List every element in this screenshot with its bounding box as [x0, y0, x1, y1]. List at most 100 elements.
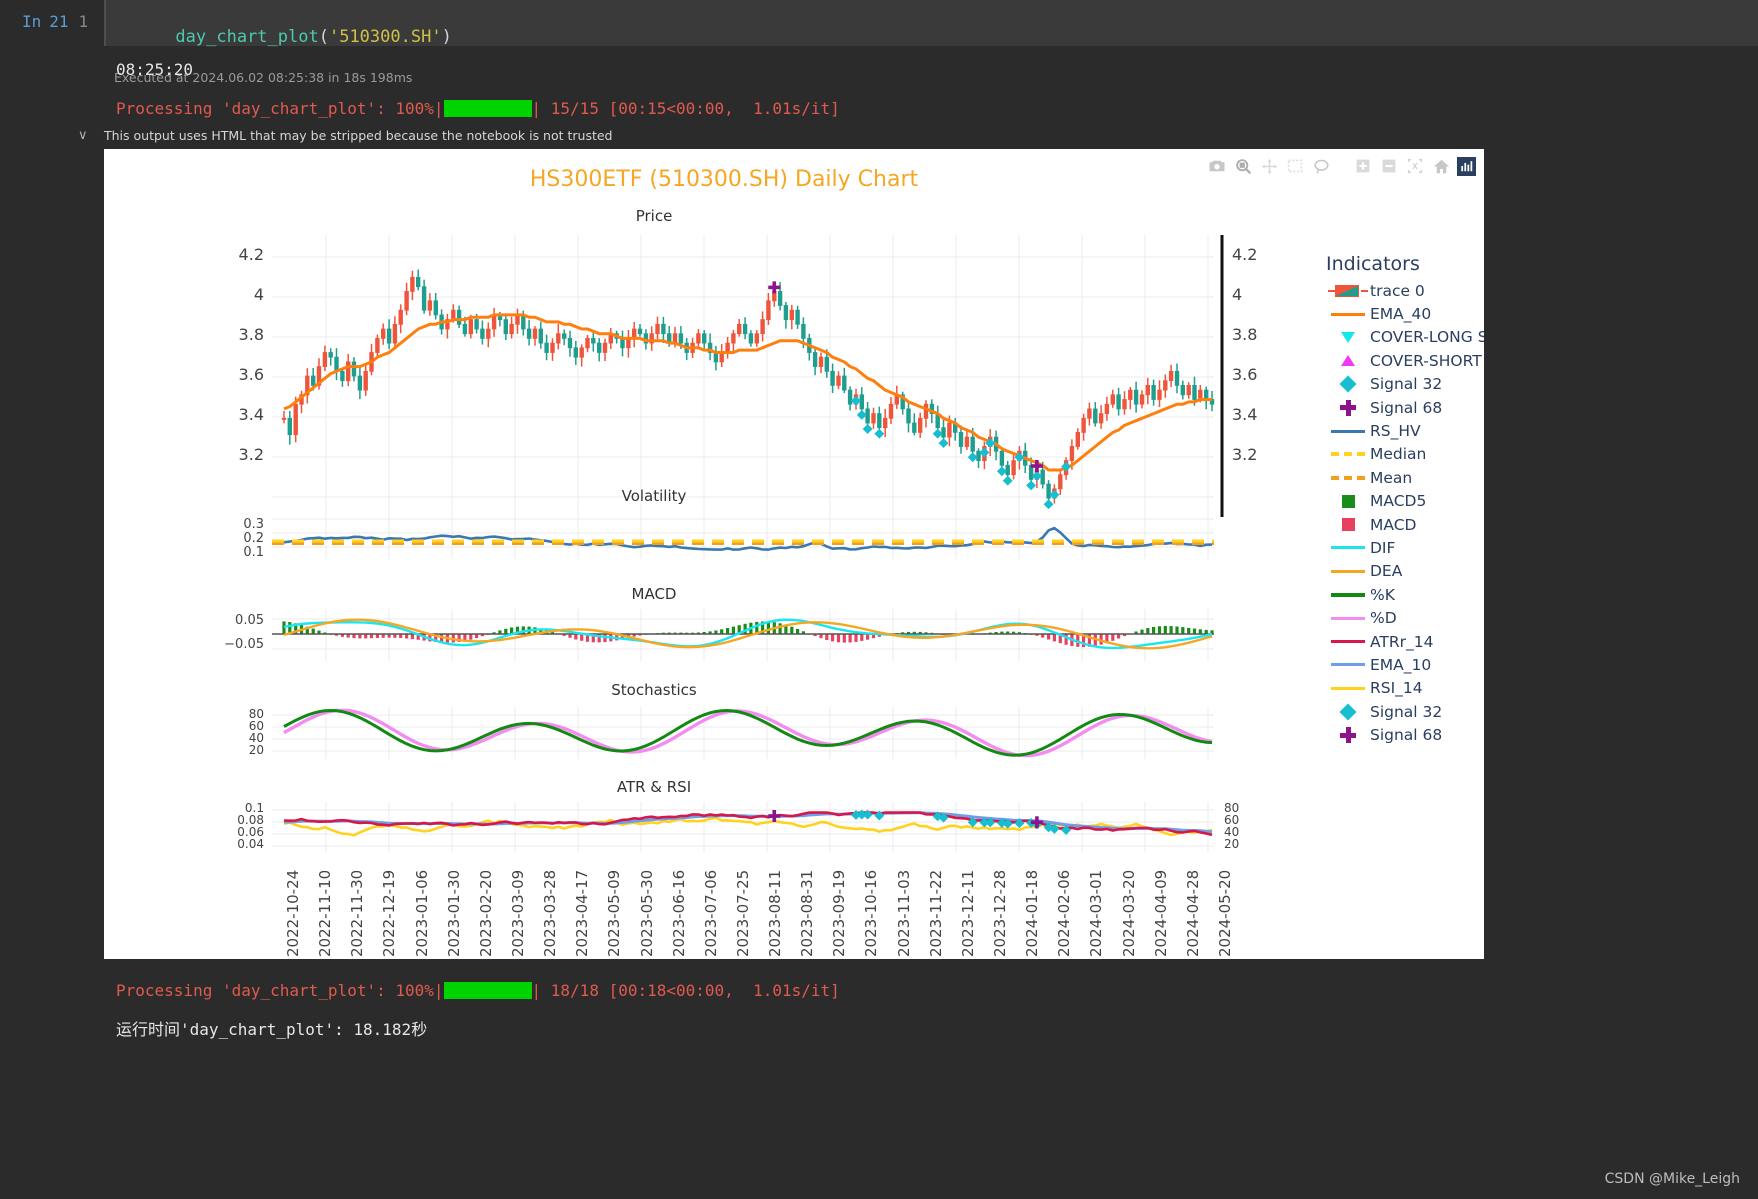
- code-function-name: day_chart_plot: [175, 26, 319, 47]
- legend-item[interactable]: Signal 68: [1326, 396, 1484, 419]
- line-icon: [1326, 640, 1370, 644]
- line-icon: [1326, 429, 1370, 433]
- stochastics-plot-area[interactable]: [104, 701, 1344, 779]
- x-tick-label: 2024-01-18: [1023, 869, 1042, 957]
- stoch-ytick-20: 20: [248, 743, 264, 757]
- legend-item[interactable]: Mean: [1326, 466, 1484, 489]
- legend-item-label: Signal 32: [1370, 375, 1443, 394]
- x-tick-label: 2023-05-09: [605, 869, 624, 957]
- chart-legend[interactable]: Indicators trace 0 EMA_40 COVER-LONG Signa…: [1326, 253, 1484, 747]
- in-label: In: [22, 12, 42, 31]
- price-ytick-right-4: 4: [1232, 285, 1243, 304]
- execution-info: Executed at 2024.06.02 08:25:38 in 18s 1…: [114, 69, 413, 85]
- legend-item[interactable]: ATRr_14: [1326, 630, 1484, 653]
- diamond-icon: [1326, 375, 1370, 393]
- legend-item-label: DIF: [1370, 538, 1396, 557]
- reset-axes-home-icon[interactable]: [1431, 157, 1451, 175]
- x-tick-label: 2023-08-31: [798, 869, 817, 957]
- cell-execution-gutter[interactable]: In 21 1: [0, 0, 104, 31]
- subplot-title-atr-rsi: ATR & RSI: [616, 778, 692, 796]
- x-tick-label: 2023-11-22: [926, 869, 945, 957]
- line-icon: [1326, 546, 1370, 550]
- legend-item[interactable]: DEA: [1326, 560, 1484, 583]
- legend-item[interactable]: COVER-SHORT Signal: [1326, 349, 1484, 372]
- autoscale-icon[interactable]: X: [1405, 157, 1425, 175]
- x-tick-label: 2023-01-06: [412, 869, 431, 957]
- legend-item[interactable]: RSI_14: [1326, 677, 1484, 700]
- legend-item[interactable]: MACD5: [1326, 490, 1484, 513]
- x-tick-label: 2023-07-25: [733, 869, 752, 957]
- legend-item[interactable]: trace 0: [1326, 279, 1484, 302]
- plotly-logo-icon[interactable]: [1457, 156, 1476, 176]
- x-tick-label: 2023-01-30: [444, 869, 463, 957]
- price-ytick-3.4: 3.4: [238, 405, 264, 424]
- price-ytick-right-4.2: 4.2: [1232, 245, 1258, 264]
- chevron-down-icon[interactable]: ∨: [78, 128, 104, 143]
- trust-warning-row[interactable]: ∨ This output uses HTML that may be stri…: [0, 118, 1758, 149]
- legend-item-label: DEA: [1370, 562, 1403, 581]
- volatility-plot-area[interactable]: [104, 507, 1344, 577]
- legend-item[interactable]: %K: [1326, 583, 1484, 606]
- legend-item[interactable]: EMA_10: [1326, 653, 1484, 676]
- legend-item-label: Signal 68: [1370, 398, 1443, 417]
- subplot-title-price: Price: [635, 207, 673, 225]
- legend-item-label: Mean: [1370, 468, 1413, 487]
- candlestick-icon: [1326, 283, 1370, 299]
- cross-icon: [1326, 399, 1370, 416]
- legend-item[interactable]: EMA_40: [1326, 302, 1484, 325]
- x-tick-label: 2023-10-16: [862, 869, 881, 957]
- legend-item[interactable]: %D: [1326, 606, 1484, 629]
- legend-item-label: %D: [1370, 609, 1397, 628]
- line-icon: [1326, 312, 1370, 316]
- x-tick-label: 2024-05-20: [1216, 869, 1234, 957]
- legend-item[interactable]: Median: [1326, 443, 1484, 466]
- legend-item[interactable]: RS_HV: [1326, 419, 1484, 442]
- legend-item-label: ATRr_14: [1370, 632, 1434, 651]
- x-tick-label: 2023-04-17: [573, 869, 592, 957]
- trust-warning-text: This output uses HTML that may be stripp…: [104, 128, 613, 143]
- legend-item[interactable]: MACD: [1326, 513, 1484, 536]
- code-editor[interactable]: day_chart_plot('510300.SH') Executed at …: [104, 0, 1758, 85]
- legend-item[interactable]: DIF: [1326, 536, 1484, 559]
- legend-item[interactable]: COVER-LONG Signal: [1326, 326, 1484, 349]
- legend-item-label: RS_HV: [1370, 422, 1421, 441]
- legend-item[interactable]: Signal 32: [1326, 700, 1484, 723]
- legend-item-label: Median: [1370, 445, 1427, 464]
- footer-progress-prefix: Processing 'day_chart_plot': 100%|: [116, 981, 444, 1000]
- subplot-title-macd: MACD: [631, 585, 677, 603]
- x-tick-label: 2022-12-19: [380, 869, 399, 957]
- figure-title: HS300ETF (510300.SH) Daily Chart: [529, 167, 919, 192]
- price-ytick-4: 4: [253, 285, 264, 304]
- cross-icon: [1326, 727, 1370, 744]
- x-tick-label: 2023-12-28: [991, 869, 1010, 957]
- zoom-in-icon[interactable]: [1353, 157, 1373, 175]
- macd-plot-area[interactable]: [104, 605, 1344, 677]
- x-tick-label: 2024-02-06: [1055, 869, 1074, 957]
- macd-ytick-0.05: 0.05: [235, 613, 264, 628]
- zoom-out-icon[interactable]: [1379, 157, 1399, 175]
- plotly-figure[interactable]: X HS300ETF (510300.SH) Daily Chart Price: [104, 149, 1484, 959]
- progress-suffix: | 15/15 [00:15<00:00, 1.01s/it]: [531, 99, 840, 118]
- x-tick-label: 2023-12-11: [958, 869, 977, 957]
- price-ytick-right-3.4: 3.4: [1232, 405, 1258, 424]
- legend-item[interactable]: Signal 32: [1326, 373, 1484, 396]
- x-tick-label: 2022-11-30: [348, 869, 367, 957]
- dashed-line-icon: [1326, 475, 1370, 480]
- x-tick-label: 2023-03-09: [508, 869, 527, 957]
- line-icon: [1326, 616, 1370, 620]
- price-ytick-right-3.8: 3.8: [1232, 325, 1258, 344]
- price-ytick-3.8: 3.8: [238, 325, 264, 344]
- legend-item-label: %K: [1370, 585, 1395, 604]
- legend-title: Indicators: [1326, 253, 1420, 275]
- x-tick-label: 2022-10-24: [284, 869, 302, 957]
- legend-item-label: Signal 32: [1370, 702, 1443, 721]
- price-ytick-right-3.6: 3.6: [1232, 365, 1258, 384]
- watermark: CSDN @Mike_Leigh: [1604, 1171, 1740, 1187]
- x-tick-label: 2023-03-28: [541, 869, 560, 957]
- price-ytick-3.2: 3.2: [238, 445, 264, 464]
- legend-item[interactable]: Signal 68: [1326, 723, 1484, 746]
- line-number: 1: [78, 12, 89, 31]
- x-tick-label: 2023-08-11: [766, 869, 785, 957]
- notebook-cell-header: In 21 1 day_chart_plot('510300.SH') Execut…: [0, 0, 1758, 85]
- footer-progress-bar-fill: [443, 982, 532, 999]
